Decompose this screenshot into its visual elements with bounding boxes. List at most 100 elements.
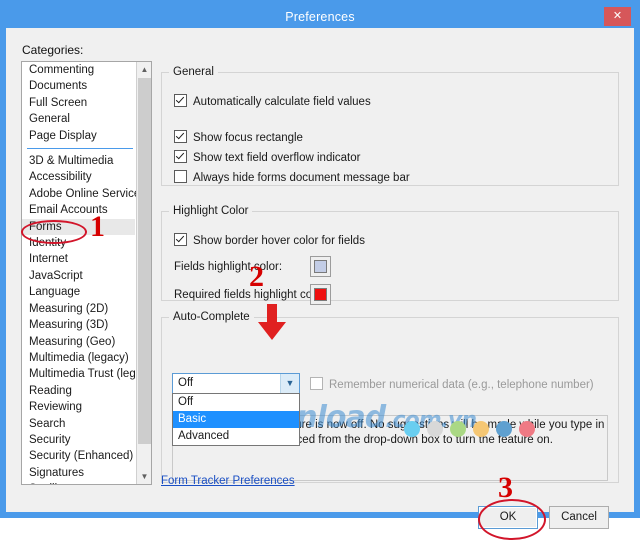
- checkbox-box[interactable]: [310, 377, 323, 390]
- chevron-down-icon[interactable]: ▼: [280, 374, 299, 393]
- sidebar-item-label: Measuring (Geo): [29, 335, 116, 348]
- checkbox-box[interactable]: [174, 170, 187, 183]
- sidebar-item-label: Security (Enhanced): [29, 450, 134, 463]
- sidebar-item-adobe-online-services[interactable]: Adobe Online Services: [22, 186, 146, 202]
- sidebar-item-label: Accessibility: [29, 171, 92, 184]
- dialog-body: Categories: Commenting Documents Full Scre…: [6, 28, 634, 540]
- color-chip: [314, 288, 327, 301]
- checkbox-remember-numerical-data[interactable]: Remember numerical data (e.g., telephone…: [310, 377, 594, 391]
- auto-complete-option-basic[interactable]: Basic: [173, 411, 299, 428]
- sidebar-item-reading[interactable]: Reading: [22, 383, 135, 399]
- preferences-dialog: Preferences ✕ Categories: Commenting Docu…: [0, 0, 640, 540]
- auto-complete-legend: Auto-Complete: [173, 311, 250, 323]
- fields-highlight-color-swatch[interactable]: [310, 256, 331, 277]
- scrollbar-thumb[interactable]: [138, 78, 151, 444]
- sidebar-item-commenting[interactable]: Commenting: [22, 62, 135, 78]
- checkbox-box[interactable]: [174, 94, 187, 107]
- checkbox-label: Always hide forms document message bar: [193, 172, 410, 184]
- scroll-down-icon[interactable]: ▼: [137, 469, 151, 484]
- sidebar-item-javascript[interactable]: JavaScript: [22, 268, 135, 284]
- checkbox-label: Show text field overflow indicator: [193, 152, 361, 164]
- auto-complete-option-off[interactable]: Off: [173, 394, 299, 411]
- general-group: General Automatically calculate field va…: [161, 66, 619, 186]
- sidebar-item-label: Reading: [29, 384, 72, 397]
- sidebar-item-label: Page Display: [29, 129, 97, 142]
- sidebar-item-search[interactable]: Search: [22, 416, 135, 432]
- sidebar-item-label: Full Screen: [29, 96, 88, 109]
- sidebar-item-label: Security: [29, 433, 71, 446]
- sidebar-item-label: Commenting: [29, 64, 95, 76]
- highlight-legend: Highlight Color: [173, 205, 249, 217]
- sidebar-item-general[interactable]: General: [22, 111, 135, 127]
- sidebar-item-full-screen[interactable]: Full Screen: [22, 95, 135, 111]
- checkbox-show-focus-rectangle[interactable]: Show focus rectangle: [174, 130, 303, 144]
- checkbox-box[interactable]: [174, 233, 187, 246]
- required-fields-highlight-color-swatch[interactable]: [310, 284, 331, 305]
- checkbox-label: Show border hover color for fields: [193, 235, 365, 247]
- window-title: Preferences: [285, 10, 355, 24]
- sidebar-item-label: Email Accounts: [29, 204, 108, 217]
- sidebar-item-label: Reviewing: [29, 401, 83, 414]
- sidebar-item-label: Search: [29, 417, 66, 430]
- sidebar-item-language[interactable]: Language: [22, 284, 135, 300]
- category-list[interactable]: Commenting Documents Full Screen General Pag…: [21, 61, 152, 485]
- sidebar-item-label: Spelling: [29, 483, 70, 484]
- sidebar-item-security[interactable]: Security: [22, 432, 135, 448]
- sidebar-divider: [22, 144, 135, 153]
- highlight-color-group: Highlight Color Show border hover color …: [161, 205, 619, 305]
- sidebar-item-3d-multimedia[interactable]: 3D & Multimedia: [22, 153, 135, 169]
- checkbox-label: Remember numerical data (e.g., telephone…: [329, 379, 594, 391]
- checkbox-label: Show focus rectangle: [193, 132, 303, 144]
- sidebar-item-label: General: [29, 113, 70, 126]
- checkbox-show-border-hover[interactable]: Show border hover color for fields: [174, 233, 365, 247]
- sidebar-item-email-accounts[interactable]: Email Accounts: [22, 202, 135, 218]
- auto-complete-select[interactable]: Off ▼: [172, 373, 300, 394]
- sidebar-item-label: Forms: [29, 220, 62, 233]
- checkbox-label: Automatically calculate field values: [193, 96, 371, 108]
- auto-complete-option-advanced[interactable]: Advanced: [173, 428, 299, 445]
- auto-complete-group: Auto-Complete Off ▼ Off Basic Advanced Rem…: [161, 311, 619, 483]
- checkbox-auto-calculate[interactable]: Automatically calculate field values: [174, 94, 371, 108]
- categories-label: Categories:: [22, 43, 84, 57]
- form-tracker-preferences-link[interactable]: Form Tracker Preferences: [161, 475, 295, 487]
- sidebar-item-measuring-2d[interactable]: Measuring (2D): [22, 301, 135, 317]
- category-scrollbar[interactable]: ▲ ▼: [136, 62, 151, 484]
- sidebar-item-label: Multimedia (legacy): [29, 351, 129, 364]
- sidebar-item-page-display[interactable]: Page Display: [22, 128, 135, 144]
- sidebar-item-label: JavaScript: [29, 269, 83, 282]
- required-fields-highlight-color-label: Required fields highlight color:: [174, 289, 329, 301]
- title-bar: Preferences ✕: [6, 6, 634, 28]
- sidebar-item-forms[interactable]: Forms: [22, 218, 135, 236]
- checkbox-box[interactable]: [174, 130, 187, 143]
- sidebar-item-internet[interactable]: Internet: [22, 251, 135, 267]
- general-legend: General: [173, 66, 214, 78]
- sidebar-item-label: Documents: [29, 80, 88, 93]
- checkbox-show-overflow-indicator[interactable]: Show text field overflow indicator: [174, 150, 360, 164]
- sidebar-item-documents[interactable]: Documents: [22, 78, 135, 94]
- sidebar-item-measuring-3d[interactable]: Measuring (3D): [22, 317, 135, 333]
- auto-complete-options-list[interactable]: Off Basic Advanced: [172, 393, 300, 446]
- sidebar-item-spelling[interactable]: Spelling: [22, 481, 135, 484]
- sidebar-item-accessibility[interactable]: Accessibility: [22, 169, 135, 185]
- close-icon[interactable]: ✕: [604, 7, 631, 26]
- sidebar-item-reviewing[interactable]: Reviewing: [22, 399, 135, 415]
- checkbox-box[interactable]: [174, 150, 187, 163]
- sidebar-item-multimedia-trust-legacy[interactable]: Multimedia Trust (legacy): [22, 366, 151, 382]
- sidebar-item-label: Adobe Online Services: [29, 187, 146, 200]
- sidebar-item-label: Multimedia Trust (legacy): [29, 368, 152, 381]
- sidebar-item-label: Internet: [29, 253, 68, 266]
- sidebar-item-measuring-geo[interactable]: Measuring (Geo): [22, 334, 135, 350]
- sidebar-item-label: Measuring (2D): [29, 302, 109, 315]
- checkbox-always-hide-message-bar[interactable]: Always hide forms document message bar: [174, 170, 410, 184]
- fields-highlight-color-label: Fields highlight color:: [174, 261, 283, 273]
- sidebar-item-label: Signatures: [29, 466, 84, 479]
- sidebar-item-security-enhanced[interactable]: Security (Enhanced): [22, 448, 135, 464]
- auto-complete-selected-value: Off: [178, 377, 194, 389]
- sidebar-item-signatures[interactable]: Signatures: [22, 465, 135, 481]
- scroll-up-icon[interactable]: ▲: [137, 62, 151, 77]
- sidebar-item-label: Language: [29, 286, 81, 299]
- sidebar-item-identity[interactable]: Identity: [22, 235, 135, 251]
- sidebar-item-label: 3D & Multimedia: [29, 155, 114, 168]
- category-list-items: Commenting Documents Full Screen General Pag…: [22, 62, 151, 484]
- sidebar-item-multimedia-legacy[interactable]: Multimedia (legacy): [22, 350, 135, 366]
